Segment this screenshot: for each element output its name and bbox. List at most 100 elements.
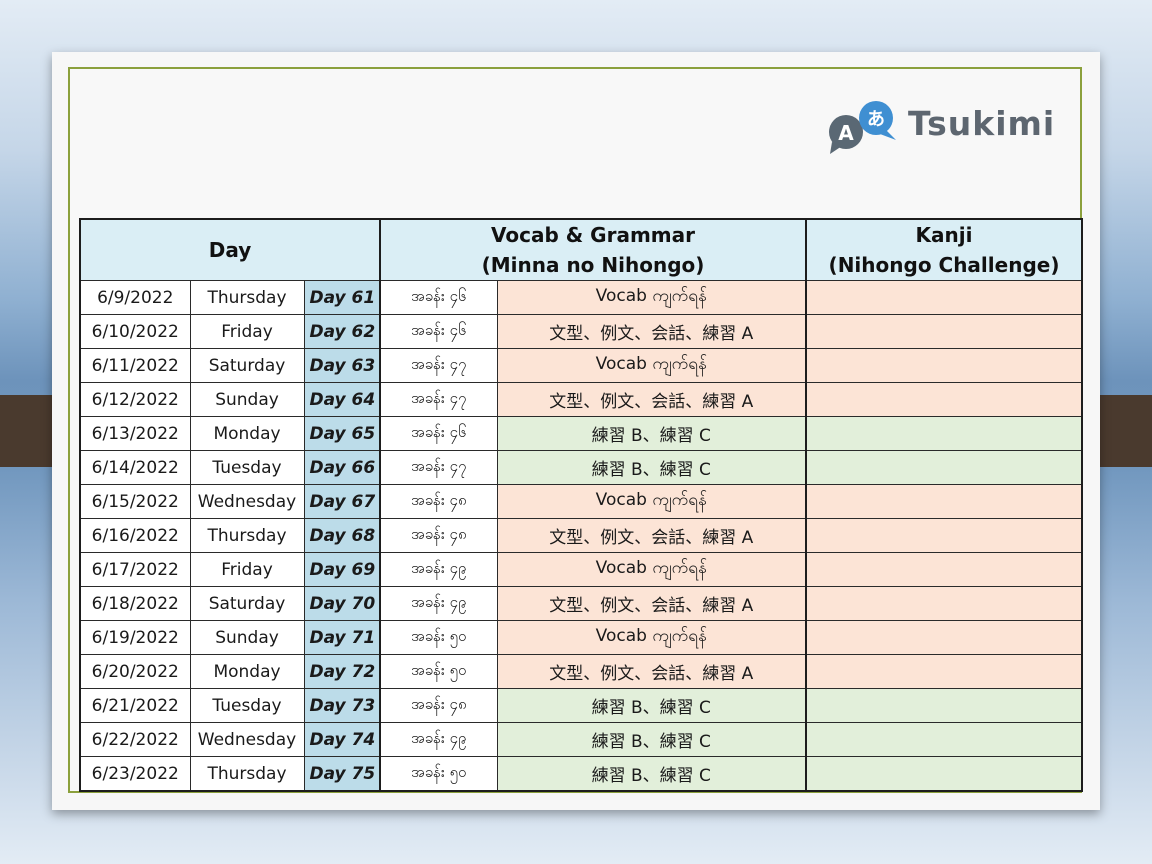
activity-cell: 練習 B、練習 C (497, 417, 806, 451)
day-number-cell: Day 74 (304, 723, 380, 757)
weekday-cell: Wednesday (190, 723, 304, 757)
lesson-cell: အခန်း ၅၀ (380, 621, 497, 655)
date-cell: 6/14/2022 (80, 451, 190, 485)
header-kanji: Kanji (Nihongo Challenge) (806, 219, 1082, 281)
kanji-cell (806, 553, 1082, 587)
header-day: Day (80, 219, 380, 281)
header-row: Day Vocab & Grammar (Minna no Nihongo) K… (80, 219, 1082, 281)
activity-cell: Vocab ကျက်ရန် (497, 621, 806, 655)
table-row: 6/9/2022ThursdayDay 61အခန်း ၄၆Vocab ကျက်… (80, 281, 1082, 315)
day-number-cell: Day 67 (304, 485, 380, 519)
activity-cell: 文型、例文、会話、練習 A (497, 655, 806, 689)
day-number-cell: Day 63 (304, 349, 380, 383)
day-number-cell: Day 64 (304, 383, 380, 417)
lesson-cell: အခန်း ၄၇ (380, 451, 497, 485)
day-number-cell: Day 68 (304, 519, 380, 553)
table-row: 6/19/2022SundayDay 71အခန်း ၅၀Vocab ကျက်ရ… (80, 621, 1082, 655)
activity-cell: 文型、例文、会話、練習 A (497, 587, 806, 621)
weekday-cell: Friday (190, 315, 304, 349)
activity-cell: Vocab ကျက်ရန် (497, 553, 806, 587)
activity-cell: Vocab ကျက်ရန် (497, 349, 806, 383)
date-cell: 6/13/2022 (80, 417, 190, 451)
lesson-cell: အခန်း ၅၀ (380, 655, 497, 689)
weekday-cell: Wednesday (190, 485, 304, 519)
weekday-cell: Thursday (190, 519, 304, 553)
date-cell: 6/19/2022 (80, 621, 190, 655)
table-row: 6/14/2022TuesdayDay 66အခန်း ၄၇練習 B、練習 C (80, 451, 1082, 485)
lesson-cell: အခန်း ၅၀ (380, 757, 497, 792)
date-cell: 6/23/2022 (80, 757, 190, 792)
date-cell: 6/15/2022 (80, 485, 190, 519)
weekday-cell: Thursday (190, 757, 304, 792)
table-row: 6/18/2022SaturdayDay 70အခန်း ၄၉文型、例文、会話、… (80, 587, 1082, 621)
header-vocab-line1: Vocab & Grammar (381, 220, 805, 250)
table-row: 6/20/2022MondayDay 72အခန်း ၅၀文型、例文、会話、練習… (80, 655, 1082, 689)
weekday-cell: Sunday (190, 383, 304, 417)
activity-cell: 練習 B、練習 C (497, 451, 806, 485)
activity-cell: 練習 B、練習 C (497, 689, 806, 723)
kanji-cell (806, 383, 1082, 417)
date-cell: 6/10/2022 (80, 315, 190, 349)
kanji-cell (806, 519, 1082, 553)
day-number-cell: Day 65 (304, 417, 380, 451)
table-row: 6/12/2022SundayDay 64အခန်း ၄၇文型、例文、会話、練習… (80, 383, 1082, 417)
header-kanji-line1: Kanji (807, 220, 1081, 250)
tsukimi-logo-icon: A あ (824, 98, 904, 158)
table-row: 6/16/2022ThursdayDay 68အခန်း ၄၈文型、例文、会話、… (80, 519, 1082, 553)
kanji-cell (806, 689, 1082, 723)
kanji-cell (806, 349, 1082, 383)
activity-cell: 練習 B、練習 C (497, 757, 806, 792)
activity-cell: 文型、例文、会話、練習 A (497, 519, 806, 553)
logo-letter-hiragana: あ (867, 109, 885, 130)
lesson-cell: အခန်း ၄၇ (380, 349, 497, 383)
kanji-cell (806, 723, 1082, 757)
lesson-cell: အခန်း ၄၈ (380, 519, 497, 553)
header-vocab-line2: (Minna no Nihongo) (381, 250, 805, 280)
kanji-cell (806, 281, 1082, 315)
day-number-cell: Day 70 (304, 587, 380, 621)
table-row: 6/21/2022TuesdayDay 73အခန်း ၄၈練習 B、練習 C (80, 689, 1082, 723)
lesson-cell: အခန်း ၄၉ (380, 723, 497, 757)
table-row: 6/13/2022MondayDay 65အခန်း ၄၆練習 B、練習 C (80, 417, 1082, 451)
weekday-cell: Thursday (190, 281, 304, 315)
kanji-cell (806, 417, 1082, 451)
weekday-cell: Monday (190, 417, 304, 451)
weekday-cell: Saturday (190, 349, 304, 383)
weekday-cell: Friday (190, 553, 304, 587)
logo-letter-a: A (838, 121, 854, 145)
brand-name: Tsukimi (908, 104, 1055, 143)
date-cell: 6/17/2022 (80, 553, 190, 587)
day-number-cell: Day 66 (304, 451, 380, 485)
header-kanji-line2: (Nihongo Challenge) (807, 250, 1081, 280)
schedule-rows: 6/9/2022ThursdayDay 61အခန်း ၄၆Vocab ကျက်… (80, 281, 1082, 792)
date-cell: 6/22/2022 (80, 723, 190, 757)
lesson-cell: အခန်း ၄၈ (380, 689, 497, 723)
table-row: 6/23/2022ThursdayDay 75အခန်း ၅၀練習 B、練習 C (80, 757, 1082, 792)
lesson-cell: အခန်း ၄၆ (380, 281, 497, 315)
activity-cell: Vocab ကျက်ရန် (497, 281, 806, 315)
lesson-cell: အခန်း ၄၆ (380, 417, 497, 451)
header-vocab-grammar: Vocab & Grammar (Minna no Nihongo) (380, 219, 806, 281)
lesson-cell: အခန်း ၄၈ (380, 485, 497, 519)
date-cell: 6/21/2022 (80, 689, 190, 723)
day-number-cell: Day 72 (304, 655, 380, 689)
table-row: 6/22/2022WednesdayDay 74အခန်း ၄၉練習 B、練習 … (80, 723, 1082, 757)
activity-cell: 文型、例文、会話、練習 A (497, 383, 806, 417)
study-schedule-table: Day Vocab & Grammar (Minna no Nihongo) K… (79, 218, 1083, 792)
day-number-cell: Day 69 (304, 553, 380, 587)
date-cell: 6/18/2022 (80, 587, 190, 621)
date-cell: 6/11/2022 (80, 349, 190, 383)
table-row: 6/11/2022SaturdayDay 63အခန်း ၄၇Vocab ကျက… (80, 349, 1082, 383)
activity-cell: 文型、例文、会話、練習 A (497, 315, 806, 349)
activity-cell: Vocab ကျက်ရန် (497, 485, 806, 519)
day-number-cell: Day 73 (304, 689, 380, 723)
day-number-cell: Day 71 (304, 621, 380, 655)
kanji-cell (806, 485, 1082, 519)
activity-cell: 練習 B、練習 C (497, 723, 806, 757)
kanji-cell (806, 315, 1082, 349)
date-cell: 6/12/2022 (80, 383, 190, 417)
kanji-cell (806, 655, 1082, 689)
weekday-cell: Saturday (190, 587, 304, 621)
weekday-cell: Tuesday (190, 689, 304, 723)
day-number-cell: Day 75 (304, 757, 380, 792)
